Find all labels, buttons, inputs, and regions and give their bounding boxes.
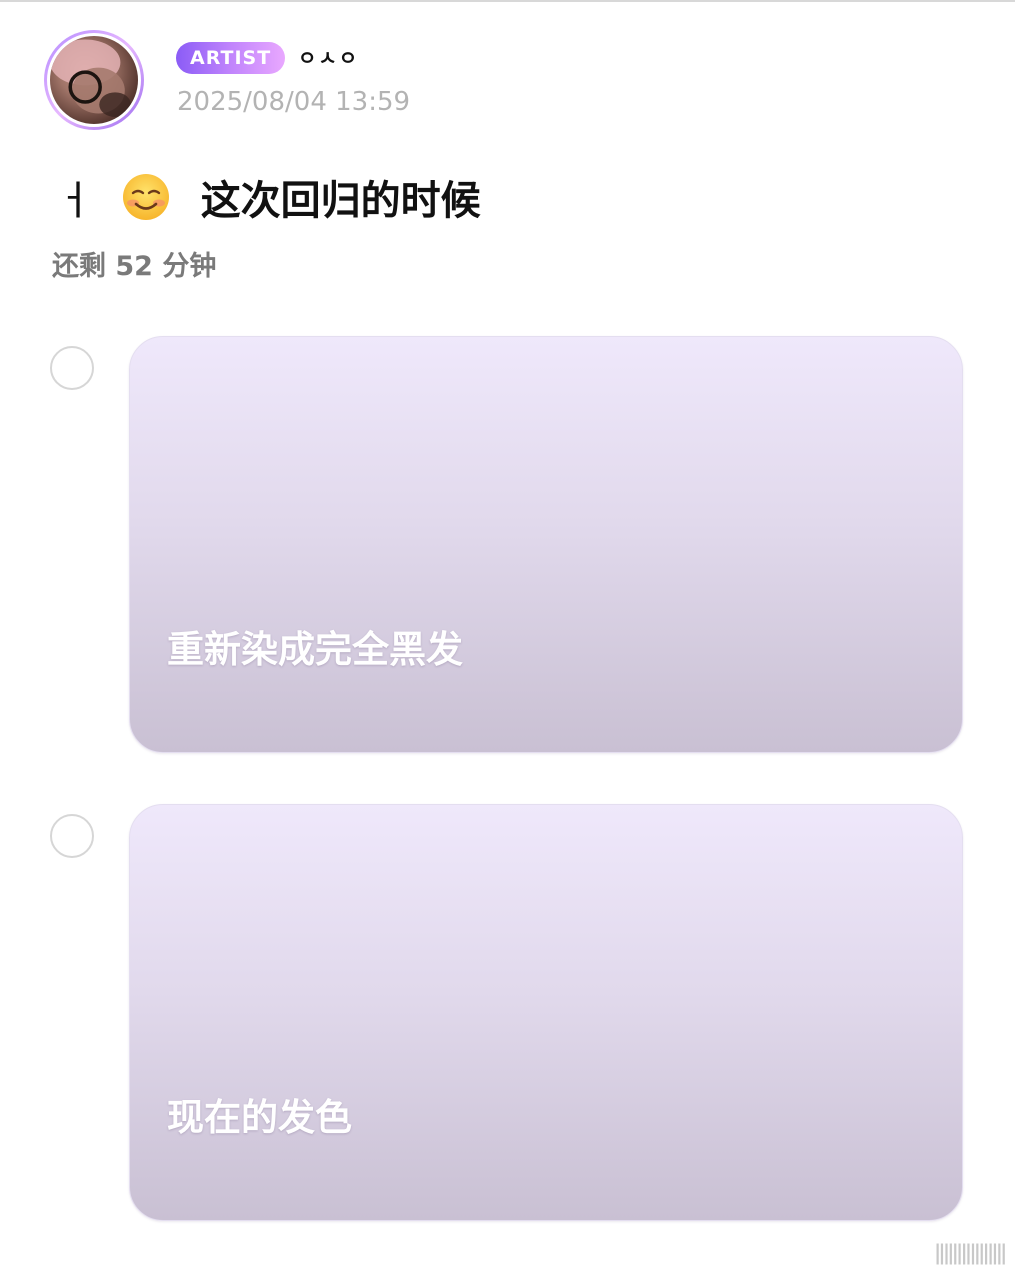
poll-time-remaining: 还剩 52 分钟 xyxy=(52,251,217,282)
post-title-text: 这次回归的时候 xyxy=(200,178,481,224)
post-title-lead: ㅓ xyxy=(56,178,93,224)
watermark: ǁǁǁǁǁǁǁǁ xyxy=(934,1241,1007,1266)
poll-option-1-radio[interactable] xyxy=(50,346,94,390)
poll-option-2-radio[interactable] xyxy=(50,814,94,858)
top-divider xyxy=(0,0,1015,2)
artist-badge: ARTIST xyxy=(176,42,286,74)
poll-option-1-label: 重新染成完全黑发 xyxy=(167,628,463,671)
username[interactable]: ㅇㅅㅇ xyxy=(298,42,359,74)
poll-option-1-card[interactable]: 重新染成完全黑发 xyxy=(129,336,963,753)
poll-option-2-card[interactable]: 现在的发色 xyxy=(129,804,963,1221)
avatar[interactable] xyxy=(44,30,144,130)
smiling-face-icon xyxy=(122,174,169,220)
post-title: ㅓ 这次回归的时候 xyxy=(56,172,481,229)
poll-option-2-label: 现在的发色 xyxy=(167,1096,352,1139)
post-timestamp: 2025/08/04 13:59 xyxy=(177,87,411,117)
avatar-photo xyxy=(47,33,141,127)
avatar-image-icon xyxy=(50,39,131,117)
